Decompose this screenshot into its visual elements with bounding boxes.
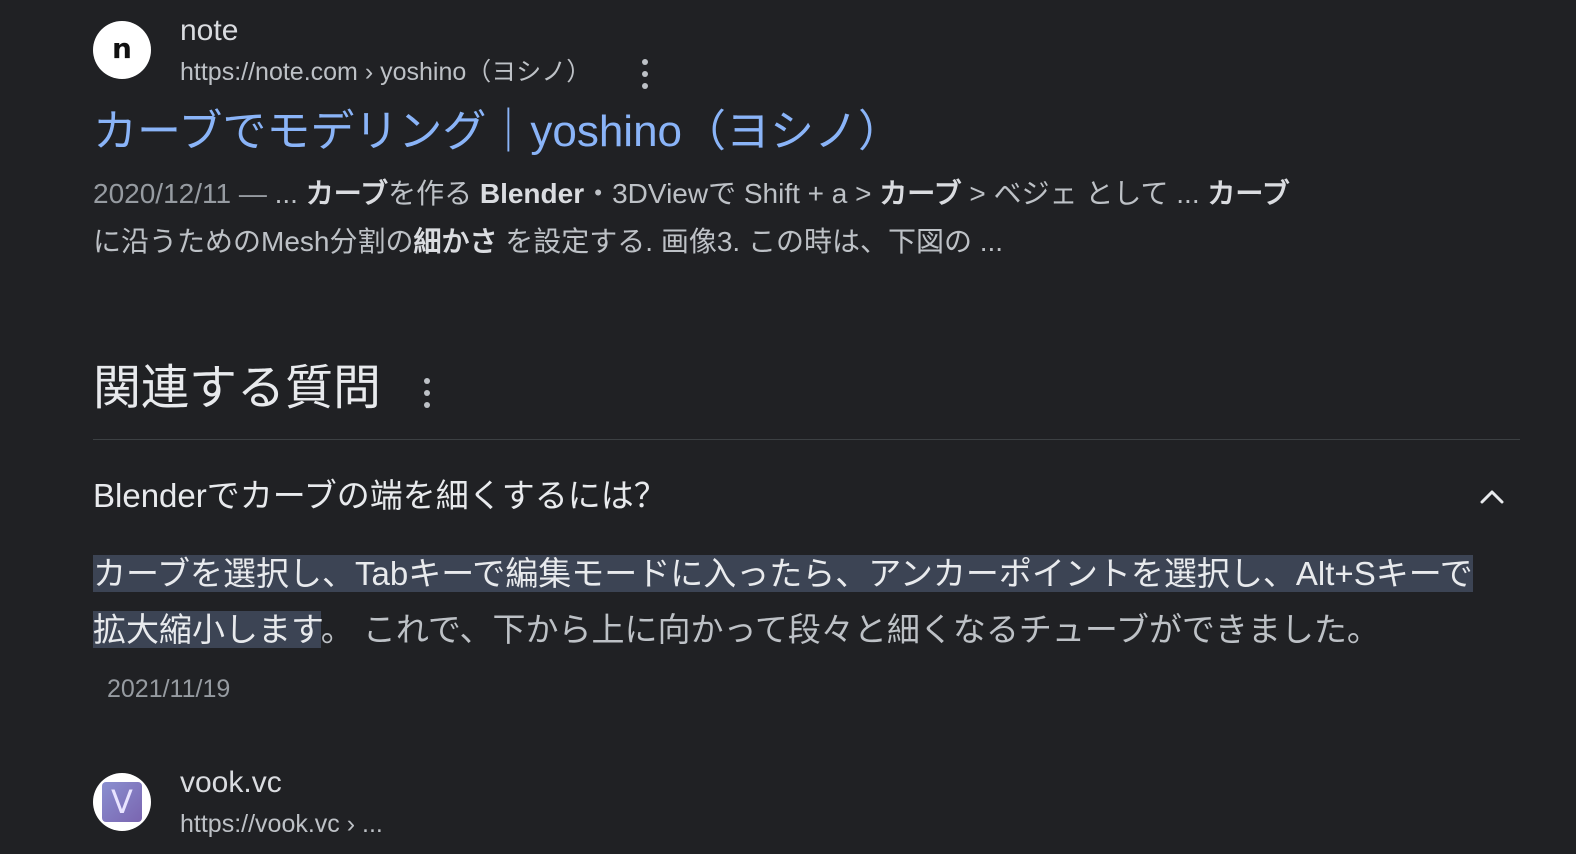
search-result-note: n note https://note.com › yoshino（ヨシノ） カ… [93, 0, 1513, 257]
result-title-link[interactable]: カーブでモデリング｜yoshino（ヨシノ） [93, 104, 902, 160]
answer-text: 。 これで、下から上に向かって段々と細くなるチューブができました。 [320, 611, 1380, 648]
favicon-letter: n [112, 32, 132, 65]
snippet-bold: カーブ [305, 178, 389, 209]
answer-date: 2021/11/19 [107, 675, 231, 703]
search-results-page: n note https://note.com › yoshino（ヨシノ） カ… [0, 0, 1576, 854]
snippet-text: ・3DViewで Shift + a > [584, 178, 880, 209]
divider [93, 439, 1520, 440]
result-snippet: 2020/12/11 — ... カーブを作る Blender・3DViewで … [93, 170, 1423, 266]
snippet-text: を設定する. 画像3. この時は、下図の ... [497, 226, 1004, 257]
result-site-name[interactable]: vook.vc [180, 764, 282, 802]
snippet-text: を作る [388, 178, 480, 209]
snippet-bold: 細かさ [413, 226, 498, 257]
vook-logo: V [102, 782, 142, 822]
related-question-answer: カーブを選択し、Tabキーで編集モードに入ったら、アンカーポイントを選択し、Al… [93, 546, 1493, 717]
related-question-text: Blenderでカーブの端を細くするには？ [93, 477, 667, 514]
snippet-bold: カーブ [1207, 178, 1290, 209]
related-question-toggle[interactable]: Blenderでカーブの端を細くするには？ [93, 470, 1520, 520]
result-site-row: V vook.vc https://vook.vc › ... [93, 752, 693, 852]
note-favicon-icon[interactable]: n [93, 21, 151, 79]
related-questions-options-icon[interactable] [419, 378, 435, 408]
vook-favicon-icon[interactable]: V [93, 773, 151, 831]
snippet-text: ... [274, 178, 306, 209]
snippet-text: に沿うためのMesh分割の [93, 226, 414, 257]
result-site-row: n note https://note.com › yoshino（ヨシノ） [93, 0, 1513, 100]
snippet-date: 2020/12/11 — [93, 178, 275, 209]
related-questions-heading: 関連する質問 [93, 362, 382, 415]
result-site-url[interactable]: https://vook.vc › ... [180, 808, 383, 840]
result-site-name[interactable]: note [180, 12, 238, 50]
search-result-vook: V vook.vc https://vook.vc › ... [93, 752, 693, 852]
snippet-text: > ベジェ として ... [961, 178, 1208, 209]
chevron-up-icon [1480, 490, 1504, 504]
more-options-icon[interactable] [637, 59, 653, 89]
snippet-bold: Blender [479, 178, 585, 209]
result-site-url[interactable]: https://note.com › yoshino（ヨシノ） [180, 56, 591, 88]
snippet-bold: カーブ [879, 178, 962, 209]
